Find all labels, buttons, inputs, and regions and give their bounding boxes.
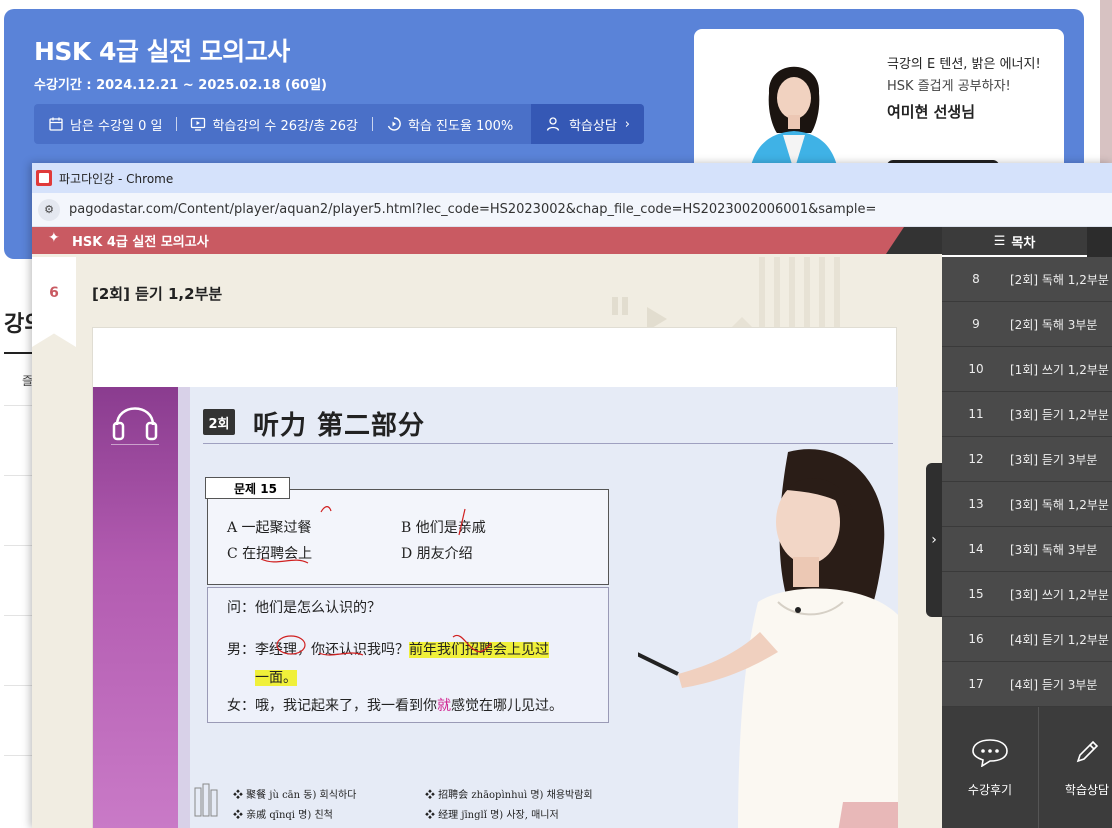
toc-item[interactable]: 12 [3회] 듣기 3부분 (942, 437, 1112, 482)
teacher-name: 여미현 선생님 (887, 103, 976, 121)
chevron-right-icon: › (931, 532, 937, 548)
course-title: HSK 4급 실전 모의고사 (34, 37, 290, 66)
list-icon: ☰ (993, 233, 1006, 249)
toc-item[interactable]: 14 [3회] 독해 3부분 (942, 527, 1112, 572)
window-titlebar[interactable]: 파고다인강 - Chrome (32, 163, 1112, 193)
course-stats-bar: 남은 수강일 0 일 학습강의 수 26강/총 26강 학습 진도율 100% … (34, 104, 644, 144)
progress-stat: 학습 진도율 100% (371, 104, 527, 144)
vocab-item: ❖ 招聘会 zhāopìnhuì 명) 채용박람회 (425, 790, 593, 801)
toc-item-number: 16 (968, 632, 984, 646)
consult-side-button[interactable]: 학습상담 (1039, 707, 1112, 828)
monitor-play-icon (191, 117, 206, 131)
table-row-divider (4, 615, 32, 616)
video-player: ✦ HSK 4급 실전 모의고사 6 [2회] 듣기 1,2부분 2회 听力 第… (32, 227, 1112, 828)
toc-item-label: [4회] 듣기 1,2부분 (1010, 632, 1109, 647)
toc-item-number: 10 (968, 362, 984, 376)
window-title: 파고다인강 - Chrome (59, 171, 174, 186)
toc-item-label: [2회] 독해 3부분 (1010, 317, 1098, 332)
toc-item[interactable]: 11 [3회] 듣기 1,2부분 (942, 392, 1112, 437)
teacher-slogan-2: HSK 즐겁게 공부하자! (887, 79, 1011, 94)
pencil-icon (1076, 740, 1099, 763)
toc-header-label: 목차 (1011, 235, 1036, 251)
star-icon: ✦ (48, 230, 60, 246)
toc-item-label: [3회] 쓰기 1,2부분 (1010, 587, 1109, 602)
url-text[interactable]: pagodastar.com/Content/player/aquan2/pla… (69, 202, 876, 217)
progress-text: 학습 진도율 100% (407, 118, 514, 134)
toc-item[interactable]: 10 [1회] 쓰기 1,2부분 (942, 347, 1112, 392)
course-period: 수강기간 : 2024.12.21 ~ 2025.02.18 (60일) (34, 78, 327, 93)
teacher-photo (748, 66, 840, 179)
toc-item-label: [3회] 독해 1,2부분 (1010, 497, 1109, 512)
toc-item-number: 8 (972, 272, 980, 286)
teacher-slogan-1: 극강의 E 텐션, 밝은 에너지! (887, 57, 1041, 72)
toc-item-label: [3회] 듣기 1,2부분 (1010, 407, 1109, 422)
site-info-icon[interactable]: ⚙ (38, 198, 60, 221)
toc-item-number: 9 (972, 317, 980, 331)
player-popup-window: 파고다인강 - Chrome ⚙ pagodastar.com/Content/… (32, 163, 1112, 828)
address-bar[interactable]: ⚙ pagodastar.com/Content/player/aquan2/p… (32, 193, 1112, 227)
table-row-divider (4, 405, 32, 406)
toc-item-label: [3회] 독해 3부분 (1010, 542, 1098, 557)
player-topbar: ✦ HSK 4급 실전 모의고사 (32, 227, 942, 254)
consult-side-label: 학습상담 (1064, 783, 1110, 797)
toc-item-number: 15 (968, 587, 984, 601)
sidebar-toggle[interactable]: › (926, 463, 942, 617)
heading-underline (4, 352, 32, 354)
toc-item[interactable]: 13 [3회] 독해 1,2부분 (942, 482, 1112, 527)
consult-button[interactable]: 학습상담 › (530, 104, 644, 144)
lectures-stat: 학습강의 수 26강/총 26강 (176, 104, 372, 144)
review-button[interactable]: 수강후기 (942, 707, 1038, 828)
favicon-icon (36, 170, 52, 186)
progress-icon (387, 117, 401, 131)
toc-tab[interactable]: ☰ 목차 (942, 227, 1087, 257)
lesson-number-tab (32, 257, 76, 347)
books-icon (194, 783, 218, 817)
speech-bubble-icon (972, 739, 1008, 767)
toc-item[interactable]: 9 [2회] 독해 3부분 (942, 302, 1112, 347)
toc-item-label: [3회] 듣기 3부분 (1010, 452, 1098, 467)
table-row-divider (4, 475, 32, 476)
lesson-title: [2회] 듣기 1,2부분 (92, 285, 223, 303)
remaining-days-text: 남은 수강일 0 일 (70, 118, 163, 134)
toc-item-label: [4회] 듣기 3부분 (1010, 677, 1098, 692)
presenter-figure (638, 449, 898, 828)
vocab-item: ❖ 经理 jīnglǐ 명) 사장, 매니저 (425, 810, 559, 821)
toc-item-number: 12 (968, 452, 984, 466)
table-of-contents: ☰ 목차 8 [2회] 독해 1,2부분 9 [2회] 독해 3부분 10 [1회] … (942, 227, 1112, 828)
teacher-card: 극강의 E 텐션, 밝은 에너지! HSK 즐겁게 공부하자! 여미현 선생님 (694, 29, 1064, 179)
toc-item-number: 17 (968, 677, 984, 691)
remaining-days-stat: 남은 수강일 0 일 (34, 104, 176, 144)
vocab-item: ❖ 聚餐 jù cān 동) 회식하다 (233, 790, 357, 801)
toc-item[interactable]: 15 [3회] 쓰기 1,2부분 (942, 572, 1112, 617)
toc-item[interactable]: 16 [4회] 듣기 1,2부분 (942, 617, 1112, 662)
user-icon (546, 117, 560, 131)
player-title: HSK 4급 실전 모의고사 (72, 235, 209, 250)
vocab-item: ❖ 亲戚 qīnqi 명) 친척 (233, 810, 333, 821)
table-row-divider (4, 545, 32, 546)
video-frame[interactable]: 2회 听力 第二部分 문제 15 A 一起聚过餐 B 他们是亲戚 C 在招聘会上… (92, 327, 898, 828)
toc-item-number: 14 (968, 542, 984, 556)
table-row-divider (4, 755, 32, 756)
toc-action-bar: 수강후기 학습상담 (942, 707, 1112, 828)
toc-item-number: 11 (968, 407, 984, 421)
table-row-divider (4, 685, 32, 686)
chevron-right-icon: › (624, 116, 630, 132)
toc-item[interactable]: 8 [2회] 독해 1,2부분 (942, 257, 1112, 302)
toc-item-number: 13 (968, 497, 984, 511)
toc-item[interactable]: 17 [4회] 듣기 3부분 (942, 662, 1112, 707)
video-content[interactable]: 2회 听力 第二部分 문제 15 A 一起聚过餐 B 他们是亲戚 C 在招聘会上… (93, 387, 898, 828)
toc-tab-spacer (1087, 227, 1112, 257)
consult-label: 학습상담 (568, 118, 617, 134)
lesson-number: 6 (49, 285, 59, 301)
toc-item-label: [1회] 쓰기 1,2부분 (1010, 362, 1109, 377)
toc-item-label: [2회] 독해 1,2부분 (1010, 272, 1109, 287)
review-label: 수강후기 (967, 783, 1013, 797)
calendar-icon (49, 117, 63, 131)
lectures-text: 학습강의 수 26강/총 26강 (212, 118, 358, 134)
